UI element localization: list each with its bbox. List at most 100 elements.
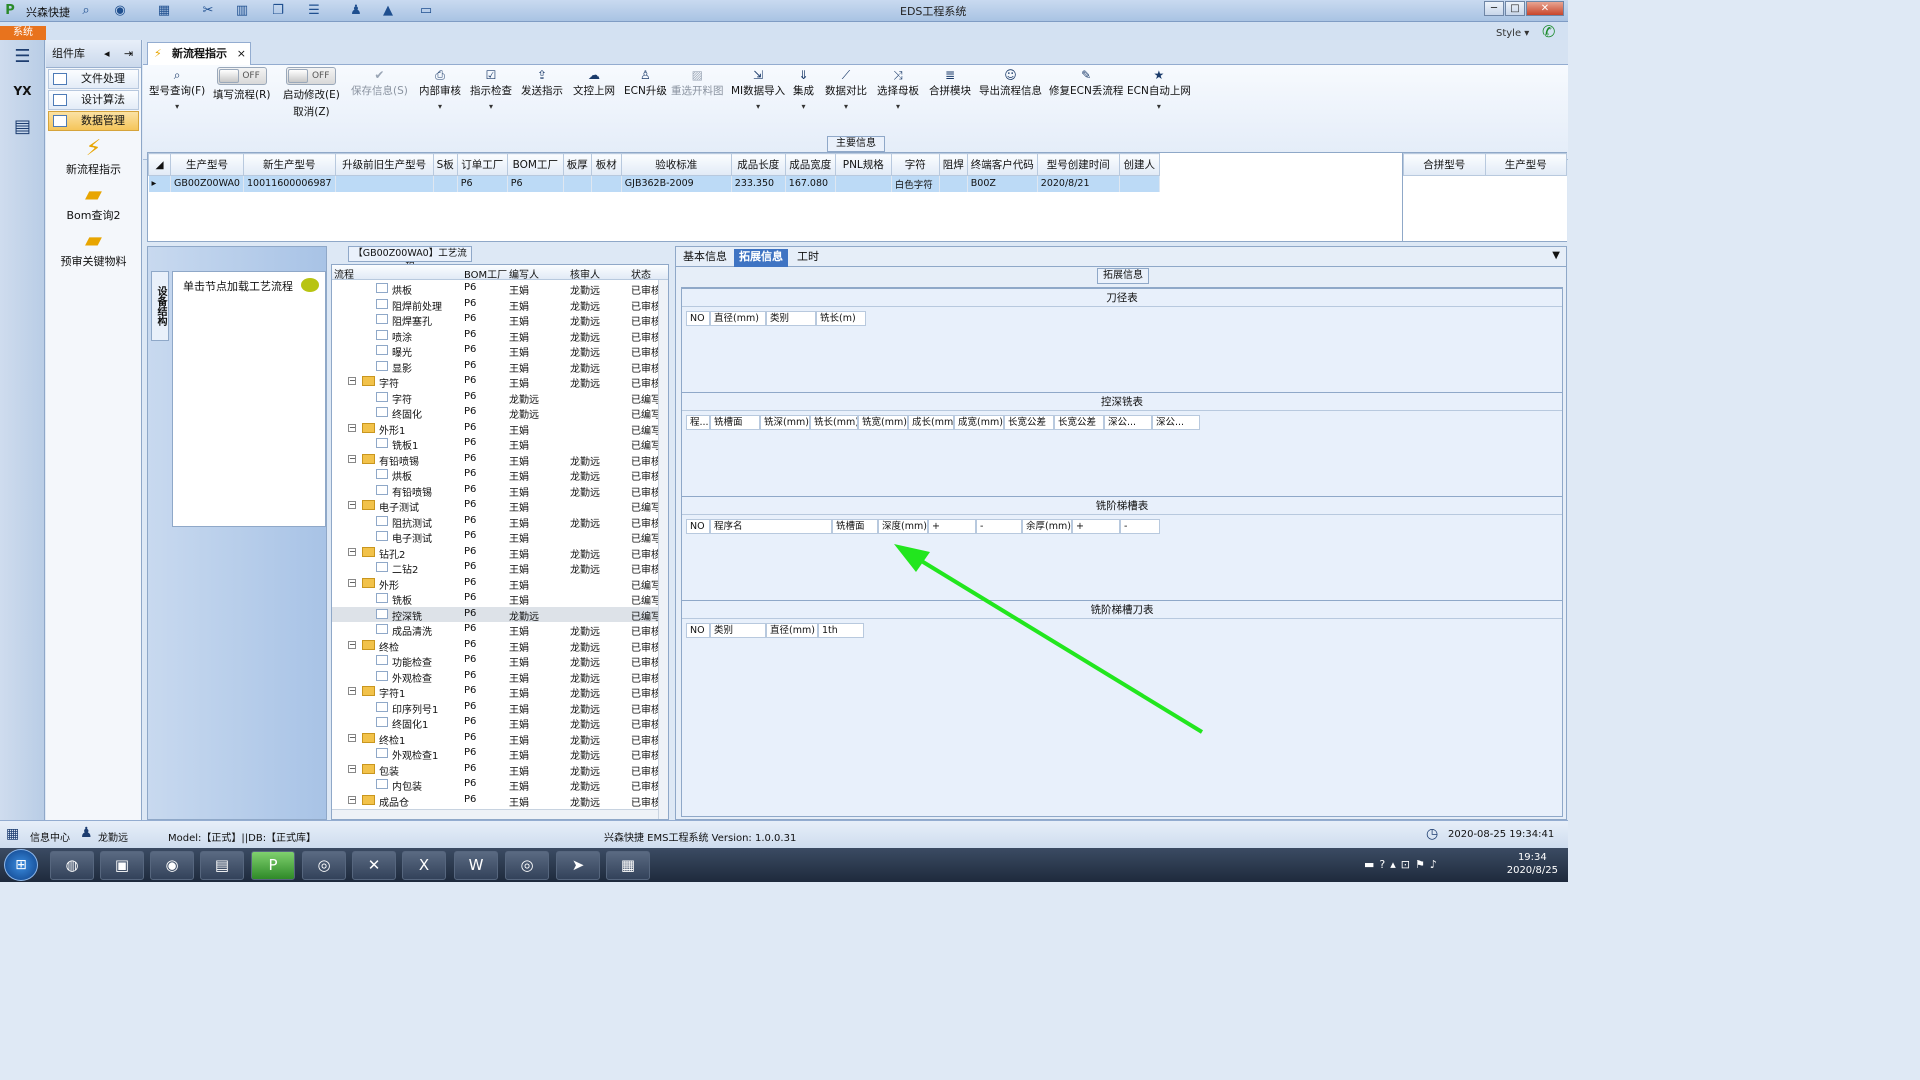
file-upload-button[interactable]: ☁ 文控上网 (573, 67, 615, 98)
column-header[interactable]: 程序名 (710, 519, 832, 534)
flow-row[interactable]: − 字符1 P6 王娟 龙勤远 已审核 (332, 684, 661, 700)
column-header[interactable]: 深度(mm) (878, 519, 928, 534)
flow-row[interactable]: 铣板 P6 王娟 已编写 (332, 591, 661, 607)
select-master-button[interactable]: ⤨ 选择母板 ▾ (877, 67, 919, 111)
flow-row[interactable]: − 外形1 P6 王娟 已编写 (332, 421, 661, 437)
flow-row[interactable]: − 字符 P6 王娟 龙勤远 已审核 (332, 374, 661, 390)
column-header[interactable]: 成品宽度 (784, 153, 836, 176)
flow-row[interactable]: 烘板 P6 王娟 龙勤远 已审核 (332, 281, 661, 297)
mi-import-button[interactable]: ⇲ MI数据导入 ▾ (731, 67, 785, 111)
column-header[interactable]: 成宽(mm) (954, 415, 1004, 430)
export-flow-button[interactable]: ☺ 导出流程信息 (979, 67, 1042, 98)
flow-row[interactable]: 外观检查1 P6 王娟 龙勤远 已审核 (332, 746, 661, 762)
flow-row[interactable]: − 电子测试 P6 王娟 已编写 (332, 498, 661, 514)
list-icon[interactable]: ☰ (306, 3, 322, 19)
taskbar-send-icon[interactable]: ➤ (556, 851, 600, 880)
column-header[interactable]: 成品长度 (730, 153, 786, 176)
flow-row[interactable]: − 钻孔2 P6 王娟 龙勤远 已审核 (332, 545, 661, 561)
flow-row[interactable]: 终固化1 P6 王娟 龙勤远 已审核 (332, 715, 661, 731)
collapse-icon[interactable]: − (348, 423, 356, 432)
start-modify-toggle[interactable]: OFF 启动修改(E) 取消(Z) (283, 67, 340, 119)
column-header[interactable]: BOM工厂 (506, 153, 564, 176)
taskbar-notepad-icon[interactable]: ▤ (200, 851, 244, 880)
film-icon[interactable]: ▥ (234, 3, 250, 19)
column-header[interactable]: NO (686, 623, 710, 638)
data-compare-button[interactable]: ⟋ 数据对比 ▾ (825, 67, 867, 111)
send-indicate-button[interactable]: ⇪ 发送指示 (521, 67, 563, 98)
column-header[interactable]: 订单工厂 (456, 153, 508, 176)
collapse-icon[interactable]: − (348, 578, 356, 587)
flow-row[interactable]: 曝光 P6 王娟 龙勤远 已审核 (332, 343, 661, 359)
node-hint-box[interactable]: 单击节点加载工艺流程 (172, 271, 326, 527)
column-header[interactable]: NO (686, 519, 710, 534)
column-header[interactable]: 程... (686, 415, 710, 430)
minimize-button[interactable]: ─ (1484, 1, 1504, 16)
collapse-icon[interactable]: − (348, 687, 356, 695)
column-header[interactable]: 阻焊 (938, 153, 968, 176)
column-header[interactable]: 验收标准 (620, 153, 732, 176)
tab-extended-info[interactable]: 拓展信息 (734, 249, 788, 267)
taskbar-save-icon[interactable]: ▣ (100, 851, 144, 880)
integrate-button[interactable]: ⇓ 集成 ▾ (793, 67, 814, 111)
column-header[interactable]: 类别 (710, 623, 766, 638)
collapse-icon[interactable]: − (348, 501, 356, 509)
user-icon[interactable]: ♟ (348, 3, 364, 19)
flow-row[interactable]: 阻焊前处理 P6 王娟 龙勤远 已审核 (332, 297, 661, 313)
taskbar-clock[interactable]: 19:34 2020/8/25 (1507, 851, 1558, 877)
column-header[interactable]: 板材 (590, 153, 622, 176)
tab-basic-info[interactable]: 基本信息 (678, 249, 732, 267)
flow-row[interactable]: 印序列号1 P6 王娟 龙勤远 已审核 (332, 700, 661, 716)
close-button[interactable]: ✕ (1526, 1, 1564, 16)
flow-row[interactable]: − 成品仓 P6 王娟 龙勤远 已审核 (332, 793, 661, 809)
lib-item-bom-query[interactable]: ▰ Bom查询2 (46, 183, 141, 223)
flow-horizontal-scrollbar[interactable] (332, 809, 658, 819)
collapse-icon[interactable]: − (348, 640, 356, 649)
taskbar-calculator-icon[interactable]: ▦ (606, 851, 650, 880)
table-row[interactable]: ▸ GB00Z00WA0 10011600006987 P6 P6 GJB362B-200… (148, 175, 1160, 192)
taskbar-eye2-icon[interactable]: ◎ (505, 851, 549, 880)
save-info-button[interactable]: ✔ 保存信息(S) (351, 67, 408, 98)
phone-icon[interactable]: ✆ (1542, 22, 1555, 41)
category-design-algorithm[interactable]: 设计算法 (48, 90, 139, 110)
write-flow-toggle[interactable]: OFF 填写流程(R) (213, 67, 271, 102)
taskbar-shell-icon[interactable]: ◍ (50, 851, 94, 880)
flow-row[interactable]: 有铅喷锡 P6 王娟 龙勤远 已审核 (332, 483, 661, 499)
flow-row[interactable]: − 外形 P6 王娟 已编写 (332, 576, 661, 592)
lib-item-new-flow[interactable]: ⚡ 新流程指示 (46, 137, 141, 177)
flow-row[interactable]: 喷涂 P6 王娟 龙勤远 已审核 (332, 328, 661, 344)
column-header[interactable]: 升级前旧生产型号 (334, 153, 434, 176)
column-header[interactable]: 成长(mm) (908, 415, 954, 430)
cancel-label[interactable]: 取消(Z) (283, 104, 340, 119)
column-header[interactable]: 终端客户代码 (966, 153, 1038, 176)
collapse-icon[interactable]: − (348, 764, 356, 773)
flow-row[interactable]: 铣板1 P6 王娟 已编写 (332, 436, 661, 452)
column-header[interactable]: 创建人 (1118, 153, 1160, 176)
category-file-processing[interactable]: 文件处理 (48, 69, 139, 89)
flow-row[interactable]: 二钻2 P6 王娟 龙勤远 已审核 (332, 560, 661, 576)
flow-row[interactable]: 阻抗测试 P6 王娟 龙勤远 已审核 (332, 514, 661, 530)
flow-vertical-scrollbar[interactable] (658, 280, 668, 819)
menu-icon[interactable]: ☰ (4, 42, 41, 72)
flow-row[interactable]: 阻焊塞孔 P6 王娟 龙勤远 已审核 (332, 312, 661, 328)
flow-row[interactable]: 成品清洗 P6 王娟 龙勤远 已审核 (332, 622, 661, 638)
table-icon[interactable]: ▦ (156, 3, 172, 19)
flow-row[interactable]: 烘板 P6 王娟 龙勤远 已审核 (332, 467, 661, 483)
column-header[interactable]: 深公... (1152, 415, 1200, 430)
taskbar-eds-icon[interactable]: P (251, 851, 295, 880)
system-tab[interactable]: 系统 (0, 26, 46, 40)
tab-device-structure[interactable]: 设备结构 (151, 271, 169, 341)
dropdown-icon[interactable]: ▼ (1552, 250, 1560, 261)
column-header[interactable]: PNL规格 (834, 153, 892, 176)
start-button[interactable]: ⊞ (4, 849, 38, 881)
column-header[interactable]: 板厚 (562, 153, 592, 176)
column-header[interactable]: - (1120, 519, 1160, 534)
system-tray[interactable]: ▬?▴⊡⚑♪ (1364, 858, 1442, 871)
reopen-map-button[interactable]: ▨ 重选开料图 (671, 67, 724, 98)
column-header[interactable]: 铣长(m) (816, 311, 866, 326)
column-header[interactable]: 铣宽(mm) (858, 415, 908, 430)
flow-row[interactable]: − 包装 P6 王娟 龙勤远 已审核 (332, 762, 661, 778)
copy-icon[interactable]: ❐ (270, 3, 286, 19)
monitor-icon[interactable]: ▭ (418, 3, 434, 19)
globe-icon[interactable]: ◉ (112, 3, 128, 19)
column-header[interactable]: 1th (818, 623, 864, 638)
